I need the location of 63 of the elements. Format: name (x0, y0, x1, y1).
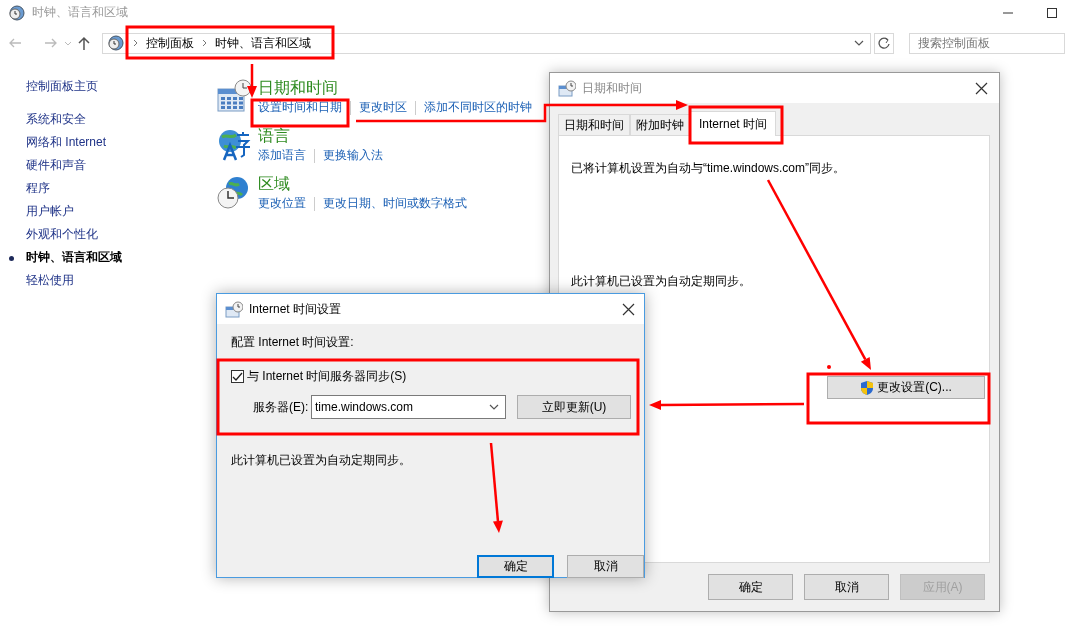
sidebar-item[interactable]: 控制面板主页 (26, 75, 98, 98)
check-icon (232, 372, 243, 381)
annotation-arrow (247, 64, 257, 98)
category-title[interactable]: 区域 (258, 175, 467, 193)
tab[interactable]: 附加时钟 (630, 114, 690, 135)
category-link[interactable]: 更改日期、时间或数字格式 (323, 195, 467, 212)
calendar-clock-icon (558, 79, 576, 97)
sync-message: 已将计算机设置为自动与“time.windows.com”同步。 (571, 160, 847, 177)
breadcrumb[interactable]: 时钟、语言和区域 (214, 34, 311, 52)
calendar-clock-icon (216, 79, 252, 113)
dialog-button[interactable]: 确定 (477, 555, 554, 578)
sidebar-item[interactable]: 网络和 Internet (26, 131, 107, 154)
annotation-dot (827, 365, 831, 369)
checkbox[interactable] (231, 370, 244, 383)
change-settings-button[interactable]: 更改设置(C)... (827, 376, 985, 399)
dialog-button[interactable]: 取消 (804, 574, 889, 600)
category-link[interactable]: 更改时区 (359, 99, 407, 116)
tab[interactable]: 日期和时间 (558, 114, 630, 135)
control-panel-icon (8, 3, 26, 22)
sidebar-item[interactable]: 硬件和声音 (26, 154, 86, 177)
sidebar-item[interactable]: 程序 (26, 177, 50, 200)
status-message: 此计算机已设置为自动定期同步。 (231, 452, 412, 469)
sidebar-item[interactable]: 系统和安全 (26, 108, 86, 131)
chevron-icon (201, 39, 207, 47)
control-panel-icon (106, 34, 125, 52)
search-field[interactable]: 搜索控制面板 (909, 32, 1065, 54)
chevron-down-icon (489, 404, 499, 410)
dropdown-icon[interactable] (854, 40, 864, 46)
maximize-icon[interactable] (1047, 7, 1057, 18)
chevron-icon (132, 39, 138, 47)
category-title[interactable]: 日期和时间 (258, 79, 532, 97)
field-label: 服务器(E): (253, 398, 310, 416)
window-title: 时钟、语言和区域 (32, 4, 128, 21)
checkbox-label[interactable]: 与 Internet 时间服务器同步(S) (247, 368, 407, 385)
breadcrumb[interactable]: 控制面板 (145, 34, 194, 52)
dialog-title: Internet 时间设置 (249, 300, 342, 318)
sidebar-item[interactable]: 时钟、语言和区域 (26, 246, 122, 269)
server-combobox[interactable]: time.windows.com (311, 395, 506, 419)
dialog-title: 日期和时间 (582, 79, 642, 97)
category-link[interactable]: 更换输入法 (323, 147, 383, 164)
sidebar-item[interactable]: 外观和个性化 (26, 223, 98, 246)
close-icon[interactable] (974, 80, 989, 96)
globe-letter-icon (216, 127, 252, 161)
category-title[interactable]: 语言 (258, 127, 383, 145)
dialog-button[interactable]: 确定 (708, 574, 793, 600)
schedule-message: 此计算机已设置为自动定期同步。 (571, 273, 752, 290)
refresh-button[interactable] (874, 32, 894, 54)
calendar-clock-icon (225, 300, 243, 318)
up-icon[interactable] (77, 35, 90, 51)
sidebar-item[interactable]: 用户帐户 (26, 200, 74, 223)
sidebar-item[interactable]: 轻松使用 (26, 269, 74, 292)
category-link[interactable]: 更改位置 (258, 195, 306, 212)
bullet-icon (9, 256, 14, 261)
shield-icon (860, 379, 875, 396)
dialog-button[interactable]: 取消 (567, 555, 644, 578)
refresh-icon (877, 36, 891, 50)
close-icon[interactable] (621, 301, 636, 317)
category-link[interactable]: 添加语言 (258, 147, 306, 164)
category-link[interactable]: 设置时间和日期 (258, 99, 342, 116)
update-now-button[interactable]: 立即更新(U) (517, 395, 631, 419)
dialog-heading: 配置 Internet 时间设置: (231, 334, 355, 351)
tab[interactable]: Internet 时间 (690, 111, 777, 136)
category-link[interactable]: 添加不同时区的时钟 (424, 99, 532, 116)
